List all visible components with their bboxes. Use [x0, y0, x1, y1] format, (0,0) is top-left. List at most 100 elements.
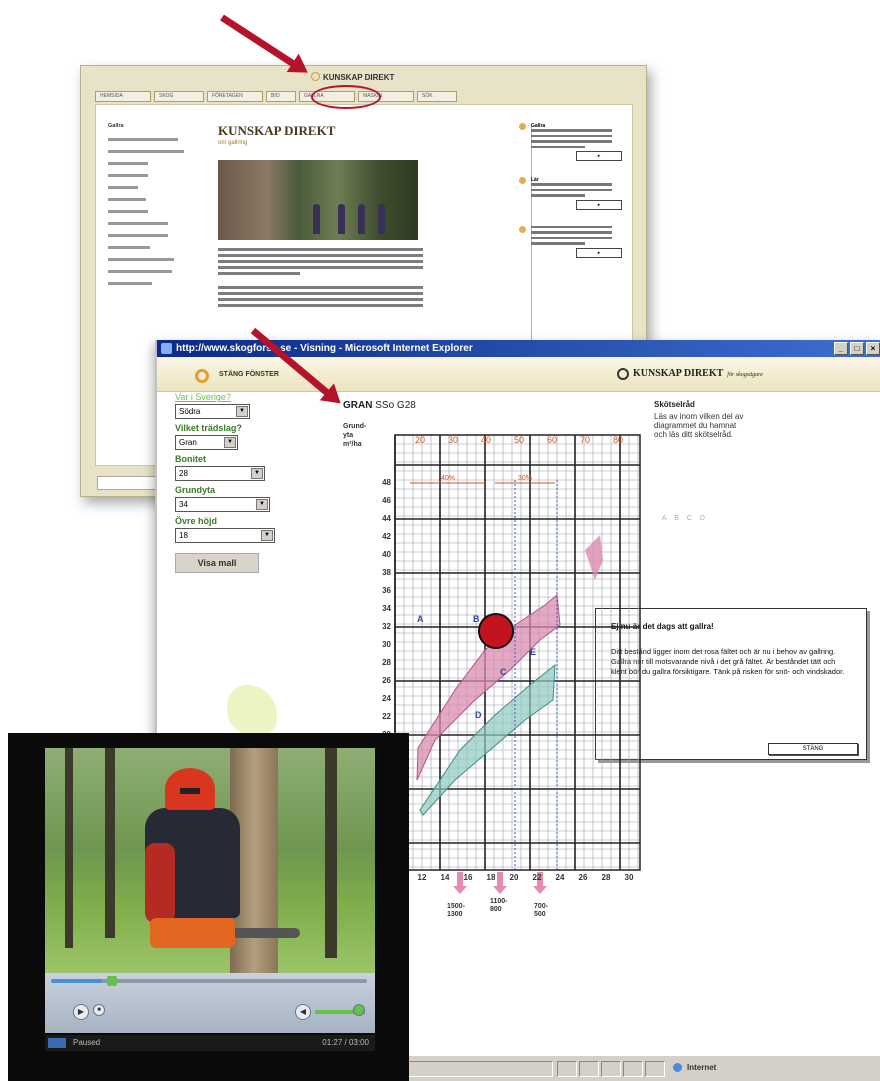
- y-tick-label: 26: [382, 676, 391, 685]
- tree: [65, 748, 73, 948]
- brand-logo-icon: [311, 72, 320, 81]
- forest-worker-arm: [145, 843, 175, 923]
- play-icon[interactable]: ▶: [73, 1004, 89, 1020]
- bullet-icon: [519, 177, 526, 184]
- right-column: Gallra ▸ Lär ▸ ▸: [519, 123, 622, 274]
- nav-item[interactable]: [108, 174, 148, 177]
- y-tick-label: 28: [382, 658, 391, 667]
- top-tick-label: 80: [613, 435, 623, 445]
- x-tick-label: 20: [510, 873, 519, 882]
- nav-item[interactable]: [108, 198, 146, 201]
- nav-item[interactable]: [108, 210, 148, 213]
- top-tick-label: 30: [448, 435, 458, 445]
- read-more-button[interactable]: ▸: [576, 247, 622, 258]
- tab-skog[interactable]: SKOG: [154, 91, 204, 102]
- x-tick-label: 18: [487, 873, 496, 882]
- media-badge-icon: [48, 1038, 66, 1048]
- nav-item[interactable]: [108, 258, 174, 261]
- stop-icon[interactable]: ■: [93, 1004, 105, 1016]
- y-tick-label: 34: [382, 604, 391, 613]
- top-tick-label: 20: [415, 435, 425, 445]
- video-player: ▶ ■ ◀ Paused 01:27 / 03:00: [8, 733, 409, 1081]
- y-tick-label: 40: [382, 550, 391, 559]
- seek-bar[interactable]: [51, 979, 367, 983]
- x-tick-label: 30: [625, 873, 634, 882]
- tree: [105, 748, 115, 938]
- percent-label: 30%: [518, 475, 532, 482]
- nav-item[interactable]: [108, 270, 172, 273]
- nav-item[interactable]: [108, 222, 168, 225]
- nav-item[interactable]: [108, 282, 152, 285]
- zone-letter: C: [500, 667, 507, 677]
- playback-time: 01:27 / 03:00: [322, 1038, 369, 1047]
- nav-item[interactable]: [108, 246, 150, 249]
- zone-letter: A: [417, 614, 424, 624]
- chainsaw-bar: [230, 928, 300, 938]
- pointer-arrow: [220, 14, 298, 69]
- top-tick-label: 50: [514, 435, 524, 445]
- info-box: Gallra ▸: [519, 123, 622, 161]
- page-title: KUNSKAP DIREKT: [218, 123, 336, 138]
- y-tick-label: 30: [382, 640, 391, 649]
- mute-icon[interactable]: ◀: [295, 1004, 311, 1020]
- info-box: Lär ▸: [519, 177, 622, 210]
- nav-item[interactable]: [108, 234, 168, 237]
- nav-item[interactable]: [108, 150, 184, 153]
- x-tick-label: 28: [602, 873, 611, 882]
- playback-status: Paused: [73, 1038, 101, 1047]
- x-tick-label: 12: [418, 873, 427, 882]
- y-tick-label: 48: [382, 478, 391, 487]
- top-tick-label: 40: [481, 435, 491, 445]
- video-frame[interactable]: [45, 748, 375, 973]
- y-tick-label: 44: [382, 514, 391, 523]
- portal-left-nav: Gallra: [108, 123, 188, 294]
- portal-tabs: HEMSIDA SKOG FÖRETAGEN BIO GALLRA MASKIN…: [95, 91, 457, 102]
- seek-progress: [51, 979, 102, 983]
- x-tick-label: 14: [441, 873, 450, 882]
- top-tick-label: 70: [580, 435, 590, 445]
- percent-label: 40%: [441, 475, 455, 482]
- y-tick-label: 36: [382, 586, 391, 595]
- highlight-oval: [311, 85, 381, 109]
- chainsaw: [150, 918, 235, 948]
- seek-thumb[interactable]: [107, 976, 117, 986]
- stems-arrow-head: [533, 886, 547, 894]
- stems-arrow: [457, 872, 463, 886]
- x-tick-label: 24: [556, 873, 565, 882]
- player-controls: ▶ ■ ◀: [45, 973, 375, 1033]
- tab-bio[interactable]: BIO: [266, 91, 296, 102]
- volume-level: [315, 1010, 355, 1014]
- read-more-button[interactable]: ▸: [576, 199, 622, 210]
- y-tick-label: 24: [382, 694, 391, 703]
- y-tick-label: 32: [382, 622, 391, 631]
- y-tick-label: 42: [382, 532, 391, 541]
- person-figure: [378, 204, 385, 234]
- stems-arrow: [497, 872, 503, 886]
- person-figure: [338, 204, 345, 234]
- bullet-icon: [519, 123, 526, 130]
- nav-item[interactable]: [108, 162, 148, 165]
- page-subtitle: om gallring: [218, 140, 248, 146]
- tab-foretagen[interactable]: FÖRETAGEN: [207, 91, 263, 102]
- header-photo: [218, 160, 418, 240]
- tree: [325, 748, 337, 958]
- stems-arrow-head: [453, 886, 467, 894]
- tab-hemsida[interactable]: HEMSIDA: [95, 91, 151, 102]
- body-text: [218, 248, 423, 310]
- x-tick-label: 26: [579, 873, 588, 882]
- player-status-bar: Paused 01:27 / 03:00: [45, 1035, 375, 1051]
- nav-item[interactable]: Gallra: [108, 123, 188, 129]
- portal-brand: KUNSKAP DIREKT: [311, 72, 394, 82]
- volume-thumb[interactable]: [353, 1004, 365, 1016]
- info-box: ▸: [519, 225, 622, 258]
- nav-item[interactable]: [108, 138, 178, 141]
- nav-item[interactable]: [108, 186, 138, 189]
- bullet-icon: [519, 225, 526, 233]
- tab-sok[interactable]: SÖK: [417, 91, 457, 102]
- y-tick-label: 38: [382, 568, 391, 577]
- stand-position-marker: [478, 613, 514, 649]
- person-figure: [313, 204, 320, 234]
- top-tick-label: 60: [547, 435, 557, 445]
- read-more-button[interactable]: ▸: [576, 151, 622, 161]
- x-tick-label: 22: [533, 873, 542, 882]
